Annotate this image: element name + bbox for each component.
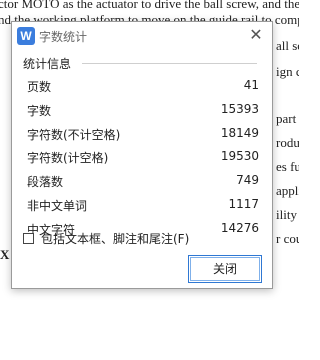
stat-value: 749 (236, 173, 259, 188)
close-button[interactable]: 关闭 (188, 255, 262, 283)
include-textboxes-label[interactable]: 包括文本框、脚注和尾注(F) (41, 230, 189, 247)
document-line: r cou (276, 231, 299, 246)
document-line: ctor MOTO as the actuator to drive the b… (0, 0, 299, 11)
document-line: roductic (276, 135, 299, 150)
stat-label: 非中文单词 (27, 198, 88, 213)
stat-row-paragraphs: 段落数 749 (27, 173, 259, 197)
dialog-title: 字数统计 (39, 30, 88, 44)
section-divider (82, 63, 257, 64)
stat-value: 1117 (228, 196, 259, 211)
stats-list: 页数 41 字数 15393 字符数(不计空格) 18149 字符数(计空格) … (27, 78, 259, 245)
stat-label: 页数 (27, 80, 52, 94)
stat-row-pages: 页数 41 (27, 78, 259, 102)
document-line: es full (276, 159, 299, 174)
document-line: all sc (276, 38, 299, 53)
dialog-titlebar[interactable]: W 字数统计 ✕ (12, 22, 272, 50)
include-textboxes-checkbox-row[interactable]: 包括文本框、脚注和尾注(F) (23, 230, 189, 247)
include-textboxes-checkbox[interactable] (23, 232, 34, 244)
stat-label: 字符数(计空格) (27, 151, 109, 166)
stat-label: 字数 (27, 103, 52, 118)
stat-row-non-chinese-words: 非中文单词 1117 (27, 197, 259, 221)
document-line: part c (276, 111, 299, 126)
word-count-dialog: W 字数统计 ✕ 统计信息 页数 41 字数 15393 字符数(不计空格) 1… (11, 21, 273, 289)
stat-value: 15393 (220, 101, 259, 116)
close-button-focus-ring (190, 257, 260, 281)
stat-row-chars-no-spaces: 字符数(不计空格) 18149 (27, 126, 259, 150)
document-line: ility a (276, 207, 299, 222)
stat-value: 18149 (220, 125, 259, 140)
stat-label: 字符数(不计空格) (27, 127, 121, 142)
stat-row-chars-with-spaces: 字符数(计空格) 19530 (27, 149, 259, 173)
stat-label: 段落数 (27, 175, 64, 190)
stat-row-words: 字数 15393 (27, 102, 259, 126)
section-title: 统计信息 (23, 57, 72, 71)
document-line: applic (276, 183, 299, 198)
document-line: X (0, 247, 10, 262)
wps-app-icon: W (17, 27, 35, 45)
stat-value: 14276 (220, 220, 259, 235)
document-line: ign c (276, 64, 299, 79)
stat-value: 41 (243, 78, 259, 92)
stat-value: 19530 (220, 149, 259, 164)
close-icon[interactable]: ✕ (246, 25, 266, 45)
